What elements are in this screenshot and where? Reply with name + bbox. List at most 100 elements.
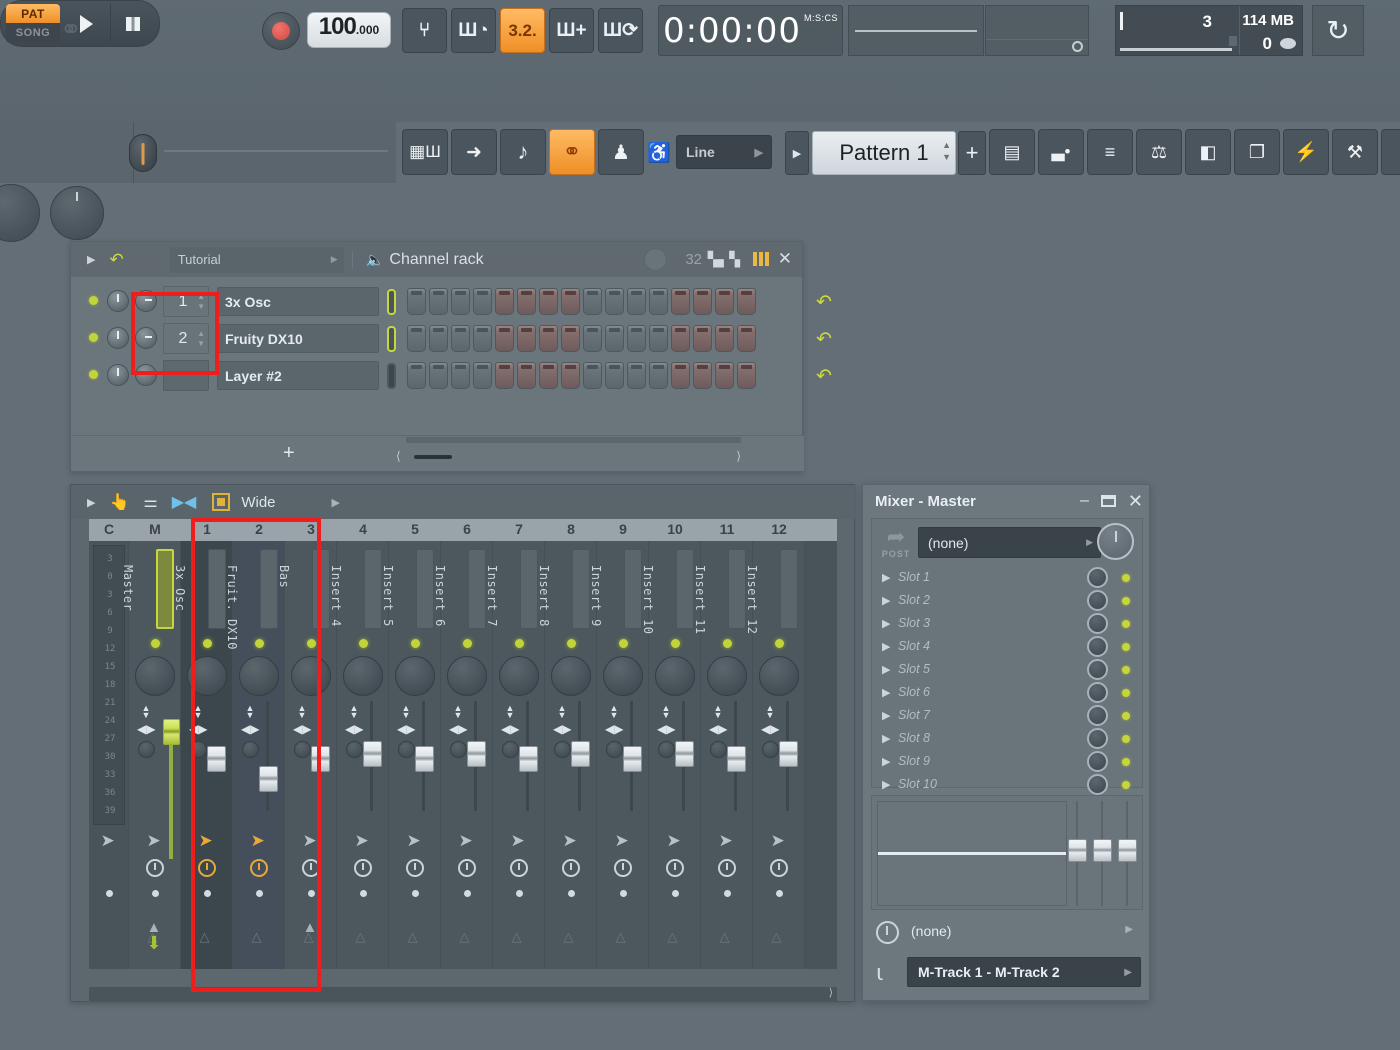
step-button[interactable] — [583, 288, 602, 315]
step-button[interactable] — [429, 362, 448, 389]
mixer-track-12[interactable]: Insert 12 ▲ ▼ ◀▶ ➤ △ — [745, 541, 805, 969]
channel-name[interactable]: 3x Osc — [217, 287, 379, 316]
step-button[interactable] — [671, 362, 690, 389]
step-button[interactable] — [715, 288, 734, 315]
pattern-selector[interactable]: Pattern 1 ▲ ▼ — [812, 131, 956, 175]
track-volume-knob[interactable] — [394, 656, 435, 696]
route-arrow-icon[interactable]: ➤ — [563, 831, 577, 851]
eq-mid-fader[interactable] — [1092, 801, 1112, 906]
track-solo-dot[interactable] — [775, 890, 783, 897]
step-button[interactable] — [539, 362, 558, 389]
stereo-separation-icon[interactable]: ▲ ▼ — [137, 704, 155, 720]
slot-mix-knob[interactable] — [1087, 613, 1108, 634]
step-button[interactable] — [649, 288, 668, 315]
selected-effect-field[interactable]: (none) ▶ — [918, 527, 1101, 558]
fader-handle[interactable] — [1068, 839, 1087, 862]
chevron-right-icon[interactable]: ▶ — [882, 640, 890, 653]
route-arrow-icon[interactable]: ➤ — [101, 831, 115, 851]
menu-arrow-icon[interactable]: ▶ — [87, 253, 95, 266]
playlist-toggle-button[interactable]: ▦Ш — [402, 129, 448, 175]
track-fader[interactable] — [163, 719, 180, 745]
track-fader[interactable] — [467, 741, 486, 767]
track-enable-led[interactable] — [774, 639, 784, 648]
slot-mix-knob[interactable] — [1087, 636, 1108, 657]
swing-knob[interactable] — [644, 248, 667, 271]
chevron-right-icon[interactable]: ▶ — [882, 571, 890, 584]
pan-icon[interactable]: ◀▶ — [397, 723, 415, 737]
slot-enable-led[interactable] — [1122, 666, 1130, 674]
step-button[interactable] — [649, 362, 668, 389]
slot-enable-led[interactable] — [1122, 620, 1130, 628]
channel-mute-led[interactable] — [89, 370, 98, 379]
slot-enable-led[interactable] — [1122, 781, 1130, 789]
playlist-window-button[interactable]: ▤ — [989, 129, 1035, 175]
effect-slot[interactable]: ▶ Slot 4 — [876, 636, 1140, 659]
send-arrow-icon[interactable]: △ — [512, 929, 522, 945]
mixer-button[interactable]: ⚖ — [1136, 129, 1182, 175]
ruler-label-11[interactable]: 11 — [701, 521, 753, 537]
track-volume-knob[interactable] — [706, 656, 747, 696]
ruler-label-5[interactable]: 5 — [389, 521, 441, 537]
link-button[interactable]: ⚭ — [549, 129, 595, 175]
track-pan-knob[interactable] — [398, 741, 415, 758]
sidechain-row[interactable]: (none) ▶ — [871, 915, 1143, 951]
pan-icon[interactable]: ◀▶ — [657, 723, 675, 737]
effect-slot[interactable]: ▶ Slot 6 — [876, 682, 1140, 705]
step-button[interactable] — [451, 362, 470, 389]
ruler-label-7[interactable]: 7 — [493, 521, 545, 537]
route-arrow-icon[interactable]: ➤ — [667, 831, 681, 851]
step-button[interactable] — [561, 325, 580, 352]
pattern-prev-button[interactable]: ▶ — [785, 131, 809, 175]
track-pan-knob[interactable] — [554, 741, 571, 758]
ruler-label-8[interactable]: 8 — [545, 521, 597, 537]
reload-button[interactable]: ↻ — [1312, 5, 1364, 56]
step-button[interactable] — [539, 325, 558, 352]
step-button[interactable] — [671, 325, 690, 352]
keyboard-editor-icon[interactable] — [753, 252, 769, 266]
slot-enable-led[interactable] — [1122, 758, 1130, 766]
ruler-label-c[interactable]: C — [89, 521, 129, 537]
loop-record-button[interactable]: Ш⟳ — [598, 8, 643, 53]
slot-mix-knob[interactable] — [1087, 567, 1108, 588]
slot-mix-knob[interactable] — [1087, 659, 1108, 680]
output-row[interactable]: ⍳ M-Track 1 - M-Track 2 ▶ — [871, 955, 1143, 991]
effect-slot[interactable]: ▶ Slot 3 — [876, 613, 1140, 636]
pan-icon[interactable]: ◀▶ — [501, 723, 519, 737]
track-delay-icon[interactable] — [769, 859, 788, 877]
track-solo-dot[interactable] — [515, 890, 523, 897]
track-volume-knob[interactable] — [134, 656, 175, 696]
chevron-right-icon[interactable]: ▶ — [882, 663, 890, 676]
tempo-display[interactable]: 100.000 — [307, 12, 391, 48]
channel-volume-knob[interactable] — [107, 364, 129, 386]
step-button[interactable] — [715, 325, 734, 352]
track-enable-led[interactable] — [462, 639, 472, 648]
track-solo-dot[interactable] — [411, 890, 419, 897]
channel-rack-button[interactable]: ≡ — [1087, 129, 1133, 175]
browser-button[interactable]: ◧ — [1185, 129, 1231, 175]
route-arrow-icon[interactable]: ➤ — [719, 831, 733, 851]
track-delay-icon[interactable] — [509, 859, 528, 877]
slot-mix-knob[interactable] — [1087, 774, 1108, 795]
stereo-separation-icon[interactable]: ▲ ▼ — [709, 704, 727, 720]
channel-undo-icon[interactable]: ↶ — [816, 365, 832, 388]
effect-slot[interactable]: ▶ Slot 7 — [876, 705, 1140, 728]
step-button[interactable] — [627, 288, 646, 315]
step-button[interactable] — [627, 325, 646, 352]
effect-slot[interactable]: ▶ Slot 9 — [876, 751, 1140, 774]
effect-slot[interactable]: ▶ Slot 8 — [876, 728, 1140, 751]
track-delay-icon[interactable] — [353, 859, 372, 877]
route-arrow-icon[interactable]: ➤ — [459, 831, 473, 851]
ruler-label-12[interactable]: 12 — [753, 521, 805, 537]
master-pitch-knob[interactable] — [50, 186, 104, 240]
pattern-song-toggle[interactable]: PAT SONG — [6, 4, 60, 43]
step-button[interactable] — [693, 325, 712, 352]
plugin-picker-button[interactable]: ⚡ — [1283, 129, 1329, 175]
chevron-right-icon[interactable]: ▶ — [332, 496, 340, 509]
pan-icon[interactable]: ◀▶ — [553, 723, 571, 737]
chevron-right-icon[interactable]: ▶ — [882, 778, 890, 791]
piano-roll-button[interactable]: ▃• — [1038, 129, 1084, 175]
track-volume-knob[interactable] — [498, 656, 539, 696]
pan-icon[interactable]: ◀▶ — [137, 723, 155, 737]
channel-mute-led[interactable] — [89, 296, 98, 305]
channel-undo-icon[interactable]: ↶ — [816, 328, 832, 351]
